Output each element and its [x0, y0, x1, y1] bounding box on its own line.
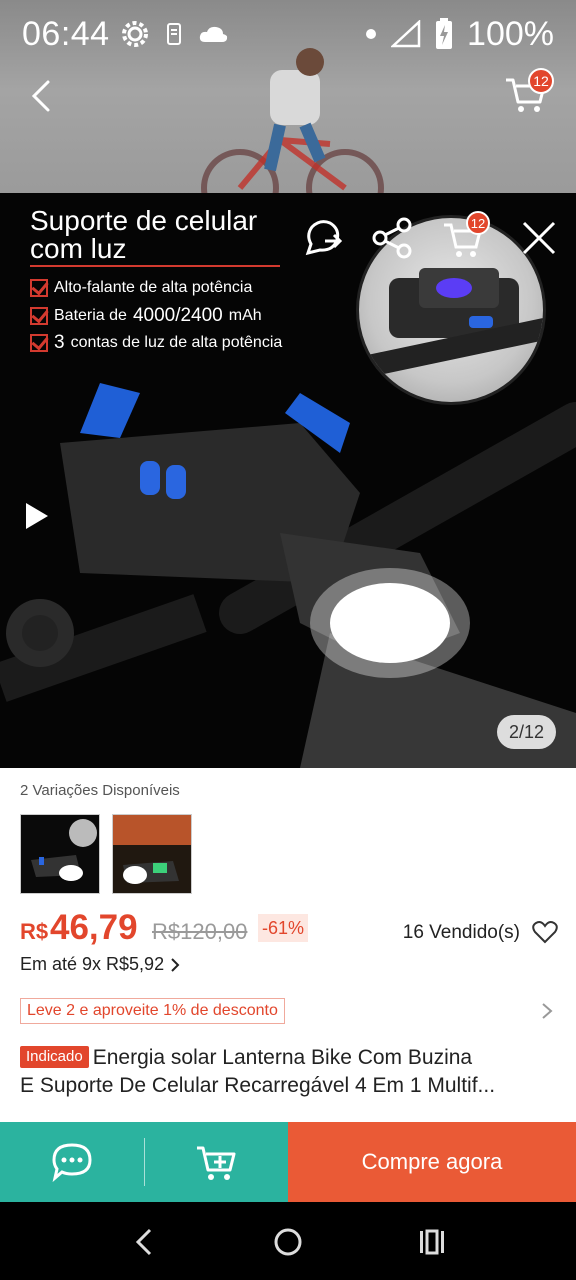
- system-back-icon[interactable]: [126, 1224, 162, 1260]
- discount-badge: -61%: [258, 914, 309, 942]
- image-title: Suporte de celular com luz: [30, 207, 257, 263]
- back-arrow-icon[interactable]: [22, 76, 62, 116]
- heart-icon[interactable]: [532, 920, 558, 944]
- chevron-right-icon: [542, 1003, 553, 1019]
- close-icon[interactable]: [516, 215, 562, 261]
- overlay-cart-badge: 12: [466, 211, 490, 235]
- original-price: R$120,00: [152, 919, 248, 944]
- whatsapp-share-icon[interactable]: [300, 215, 346, 261]
- image-page-counter: 2/12: [496, 715, 556, 749]
- gear-icon: [121, 21, 148, 47]
- phone-icon: [166, 23, 181, 45]
- secondary-actions: [0, 1122, 288, 1202]
- add-to-cart-icon[interactable]: [194, 1140, 238, 1184]
- variations-label: 2 Variações Disponíveis: [20, 782, 180, 799]
- current-price: 46,79: [50, 908, 138, 947]
- recommended-badge: Indicado: [20, 1046, 89, 1068]
- sold-count: 16 Vendido(s): [402, 922, 520, 943]
- variation-thumbnail-2[interactable]: [112, 814, 192, 894]
- system-navigation-bar: [0, 1202, 576, 1280]
- feature-speaker: Alto-falante de alta potência: [30, 279, 252, 297]
- check-icon: [30, 307, 48, 325]
- dot-icon: [366, 29, 377, 39]
- system-home-icon[interactable]: [270, 1224, 306, 1260]
- top-navigation: 12: [0, 68, 576, 124]
- check-icon: [30, 334, 48, 352]
- status-bar: 06:44 100%: [0, 0, 576, 68]
- overlay-cart-button[interactable]: 12: [440, 211, 490, 261]
- buy-now-button[interactable]: Compre agora: [288, 1122, 576, 1202]
- product-image-carousel[interactable]: Suporte de celular com luz Alto-falante …: [0, 193, 576, 768]
- chat-icon[interactable]: [50, 1140, 94, 1184]
- variation-image-2: [113, 815, 191, 893]
- share-icon[interactable]: [370, 215, 416, 261]
- feature-lights: 3 contas de luz de alta potência: [30, 332, 282, 354]
- title-underline: [30, 265, 280, 267]
- variation-thumbnail-1[interactable]: [20, 814, 100, 894]
- header-cart-badge: 12: [528, 68, 554, 94]
- battery-percentage: 100%: [467, 14, 554, 53]
- variation-image-1: [21, 815, 99, 893]
- price-row: R$ 46,79 R$120,00 -61% 16 Vendido(s): [20, 908, 560, 952]
- chevron-right-icon: [171, 957, 180, 972]
- status-time: 06:44: [22, 14, 110, 53]
- feature-battery: Bateria de 4000/2400 mAh: [30, 305, 262, 327]
- battery-charging-icon: [436, 18, 453, 49]
- header-cart-button[interactable]: 12: [502, 68, 554, 118]
- product-page: 06:44 100% 12 Suporte de celular com luz…: [0, 0, 576, 1280]
- system-recents-icon[interactable]: [414, 1224, 450, 1260]
- bottom-action-bar: Compre agora: [0, 1122, 576, 1202]
- installments-link[interactable]: Em até 9x R$5,92: [20, 954, 180, 975]
- check-icon: [30, 279, 48, 297]
- signal-icon: [391, 20, 421, 48]
- product-title-line1: Energia solar Lanterna Bike Com Buzina: [92, 1046, 473, 1069]
- price-currency: R$: [20, 919, 49, 944]
- image-title-line2: com luz: [30, 233, 127, 264]
- promo-row[interactable]: Leve 2 e aproveite 1% de desconto: [20, 998, 560, 1026]
- promo-chip: Leve 2 e aproveite 1% de desconto: [20, 998, 285, 1024]
- image-title-line1: Suporte de celular: [30, 205, 258, 236]
- action-divider: [144, 1138, 145, 1186]
- installments-text: Em até 9x R$5,92: [20, 954, 165, 974]
- product-title: Indicado Energia solar Lanterna Bike Com …: [20, 1044, 560, 1100]
- product-title-line2: E Suporte De Celular Recarregável 4 Em 1…: [20, 1074, 496, 1097]
- cloud-icon: [199, 26, 227, 42]
- play-video-icon[interactable]: [24, 501, 50, 531]
